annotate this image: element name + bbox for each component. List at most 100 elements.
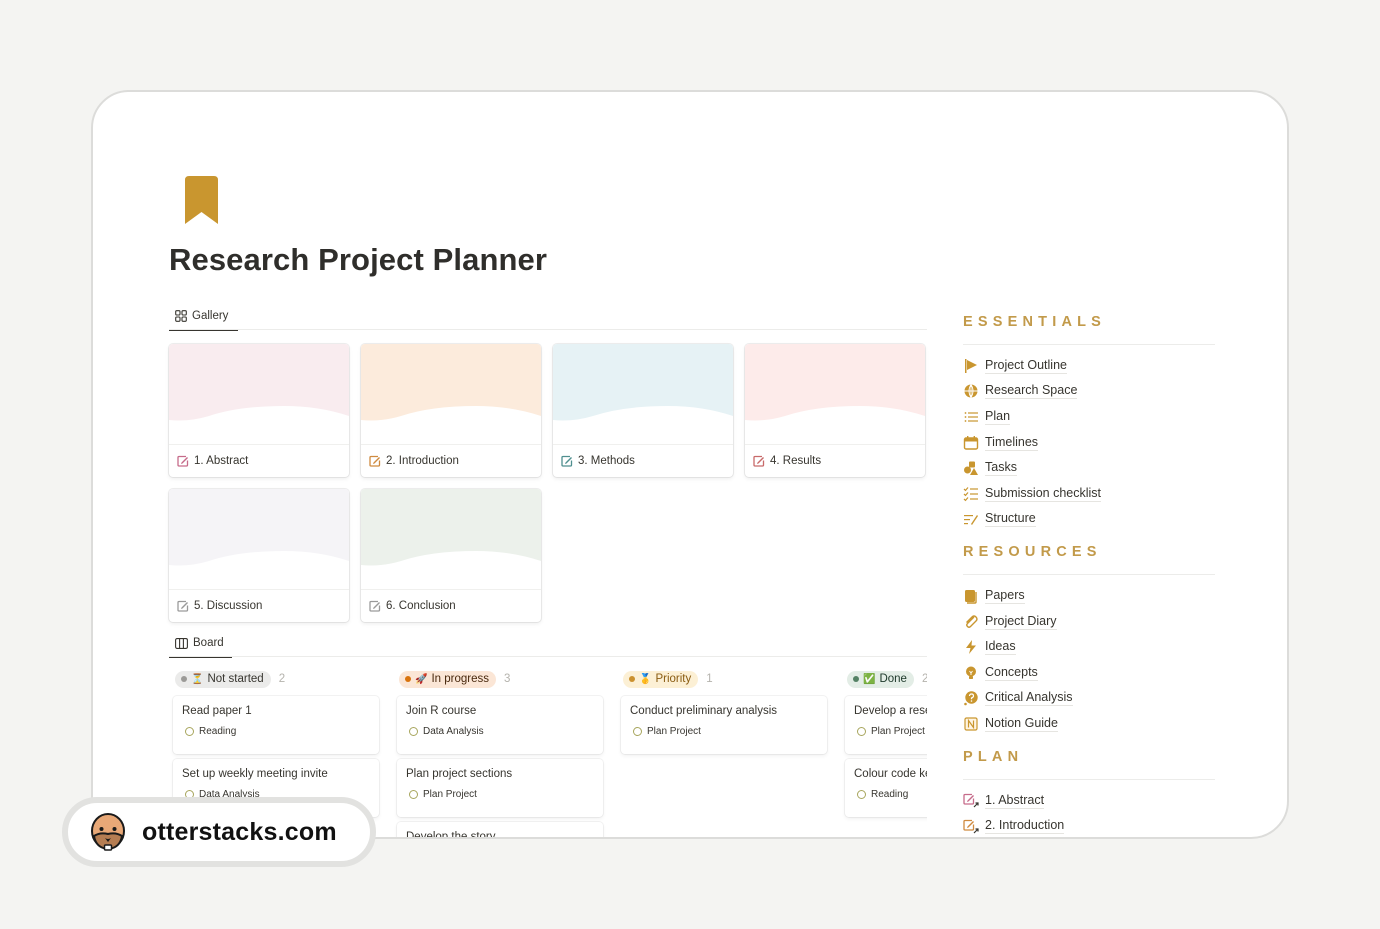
status-label: In progress bbox=[431, 673, 489, 685]
board-column-header[interactable]: 🚀 In progress 3 bbox=[395, 669, 605, 689]
task-tag: Data Analysis bbox=[406, 726, 594, 737]
sidebar-link[interactable]: Submission checklist bbox=[963, 481, 1217, 507]
notion-page-frame: Research Project Planner Gallery 1. Abst… bbox=[91, 90, 1289, 839]
sidebar-link[interactable]: Project Outline bbox=[963, 353, 1217, 379]
circle-icon bbox=[857, 727, 866, 736]
board-view: ⏳ Not started 2 Read paper 1 Reading Set up w… bbox=[93, 92, 927, 837]
lightning-icon bbox=[966, 640, 976, 655]
task-tag: Reading bbox=[854, 789, 927, 800]
board-column: 🥇 Priority 1 Conduct preliminary analysis Pl… bbox=[619, 663, 829, 837]
sidebar-link[interactable]: Structure bbox=[963, 507, 1217, 533]
question-bubble-icon bbox=[964, 691, 978, 706]
task-title: Plan project sections bbox=[406, 768, 513, 780]
sidebar-section: ESSENTIALS Project Outline Research Space P… bbox=[963, 314, 1217, 532]
column-count: 3 bbox=[503, 673, 511, 685]
sidebar-link-label: Structure bbox=[985, 511, 1036, 528]
status-dot bbox=[853, 676, 859, 682]
task-tag: Plan Project bbox=[630, 726, 818, 737]
column-count: 1 bbox=[706, 673, 713, 685]
task-card[interactable]: Conduct preliminary analysis Plan Project bbox=[621, 696, 827, 754]
sidebar-link[interactable]: Project Diary bbox=[963, 609, 1217, 635]
sidebar-icon-wrapper bbox=[963, 665, 979, 681]
lightbulb-icon bbox=[966, 666, 976, 679]
sidebar-link-label: Plan bbox=[985, 408, 1011, 425]
board-column-header[interactable]: ✅Done 2 bbox=[843, 669, 927, 689]
documents-icon bbox=[965, 589, 977, 604]
sidebar-link[interactable]: Ideas bbox=[963, 634, 1217, 660]
task-title: Develop the story bbox=[406, 831, 496, 839]
column-count: 2 bbox=[278, 673, 286, 685]
status-label: Not started bbox=[207, 673, 264, 685]
sidebar-section: PLAN 1. Abstract 2. Introduction bbox=[963, 748, 1217, 837]
status-dot bbox=[181, 676, 187, 682]
sidebar-icon-wrapper bbox=[963, 690, 979, 706]
sidebar-link[interactable]: Notion Guide bbox=[963, 711, 1217, 737]
sidebar-icon-wrapper bbox=[963, 460, 979, 476]
text-edit-icon bbox=[964, 515, 978, 526]
sidebar-link[interactable]: 2. Introduction bbox=[963, 813, 1217, 837]
column-count: 2 bbox=[922, 673, 927, 685]
status-badge: ⏳ Not started bbox=[175, 670, 271, 688]
circle-icon bbox=[409, 790, 418, 799]
sidebar-link-label: 1. Abstract bbox=[985, 792, 1045, 809]
checklist-icon bbox=[963, 486, 978, 502]
sidebar-divider bbox=[963, 574, 1215, 576]
sidebar-link[interactable]: Plan bbox=[963, 404, 1217, 430]
task-card[interactable]: Develop the story bbox=[397, 822, 603, 839]
sidebar-link[interactable]: Papers bbox=[963, 583, 1217, 609]
status-emoji-icon: 🥇 bbox=[639, 673, 652, 685]
sidebar-link-label: Project Diary bbox=[985, 613, 1057, 630]
sidebar-icon-wrapper bbox=[963, 409, 979, 425]
board-column-header[interactable]: 🥇 Priority 1 bbox=[619, 669, 829, 689]
sidebar-link-label: Papers bbox=[985, 587, 1025, 604]
calendar-icon bbox=[963, 435, 979, 450]
status-label: Done bbox=[879, 673, 907, 685]
task-tag-label: Plan Project bbox=[871, 726, 925, 737]
edit-link-icon bbox=[963, 819, 979, 834]
sidebar-link-label: Notion Guide bbox=[985, 715, 1058, 732]
circle-icon bbox=[409, 727, 418, 736]
task-card[interactable]: Develop a research question Plan Project bbox=[845, 696, 927, 754]
watermark-badge[interactable]: otterstacks.com bbox=[62, 797, 376, 867]
sidebar-link[interactable]: Critical Analysis bbox=[963, 686, 1217, 712]
board-column-header[interactable]: ⏳ Not started 2 bbox=[171, 669, 381, 689]
task-title: Develop a research question bbox=[854, 705, 927, 717]
sidebar-icon-wrapper bbox=[963, 511, 979, 527]
flag-icon bbox=[965, 358, 977, 373]
sidebar-divider bbox=[963, 344, 1215, 345]
sidebar-icon-wrapper bbox=[963, 358, 979, 374]
task-tag-label: Plan Project bbox=[647, 726, 701, 737]
sidebar-section-heading: PLAN bbox=[963, 748, 1024, 765]
circle-icon bbox=[633, 727, 642, 736]
task-card[interactable]: Colour code key Reading bbox=[845, 759, 927, 817]
task-tag: Reading bbox=[182, 726, 370, 737]
circle-icon bbox=[185, 727, 194, 736]
task-title: Set up weekly meeting invite bbox=[182, 768, 328, 780]
status-emoji-icon: ⏳ bbox=[191, 673, 204, 685]
board-column: ⏳ Not started 2 Read paper 1 Reading Set up w… bbox=[171, 663, 381, 837]
task-tag-label: Plan Project bbox=[423, 789, 477, 800]
task-title: Colour code key bbox=[854, 768, 927, 780]
sidebar-link-label: Critical Analysis bbox=[985, 690, 1073, 707]
sidebar-icon-wrapper bbox=[963, 818, 979, 834]
sidebar-link-label: Tasks bbox=[985, 460, 1017, 477]
sidebar-icon-wrapper bbox=[963, 639, 979, 655]
task-card[interactable]: Read paper 1 Reading bbox=[173, 696, 379, 754]
status-dot bbox=[629, 676, 635, 682]
sidebar-link[interactable]: Research Space bbox=[963, 379, 1217, 405]
board-column: 🚀 In progress 3 Join R course Data Analysis P… bbox=[395, 663, 605, 837]
sidebar-link-label: Submission checklist bbox=[985, 485, 1102, 502]
sidebar-link-label: Research Space bbox=[985, 383, 1078, 400]
sidebar-link[interactable]: Concepts bbox=[963, 660, 1217, 686]
task-title: Read paper 1 bbox=[182, 705, 252, 717]
task-card[interactable]: Join R course Data Analysis bbox=[397, 696, 603, 754]
watermark-site: otterstacks.com bbox=[142, 817, 337, 846]
task-card[interactable]: Plan project sections Plan Project bbox=[397, 759, 603, 817]
sidebar-link[interactable]: Tasks bbox=[963, 455, 1217, 481]
task-title: Join R course bbox=[406, 705, 477, 717]
sidebar-link[interactable]: 1. Abstract bbox=[963, 788, 1217, 814]
status-badge: 🚀 In progress bbox=[399, 670, 496, 688]
paperclip-icon bbox=[966, 614, 978, 628]
sidebar-link[interactable]: Timelines bbox=[963, 430, 1217, 456]
shapes-icon bbox=[964, 461, 978, 476]
